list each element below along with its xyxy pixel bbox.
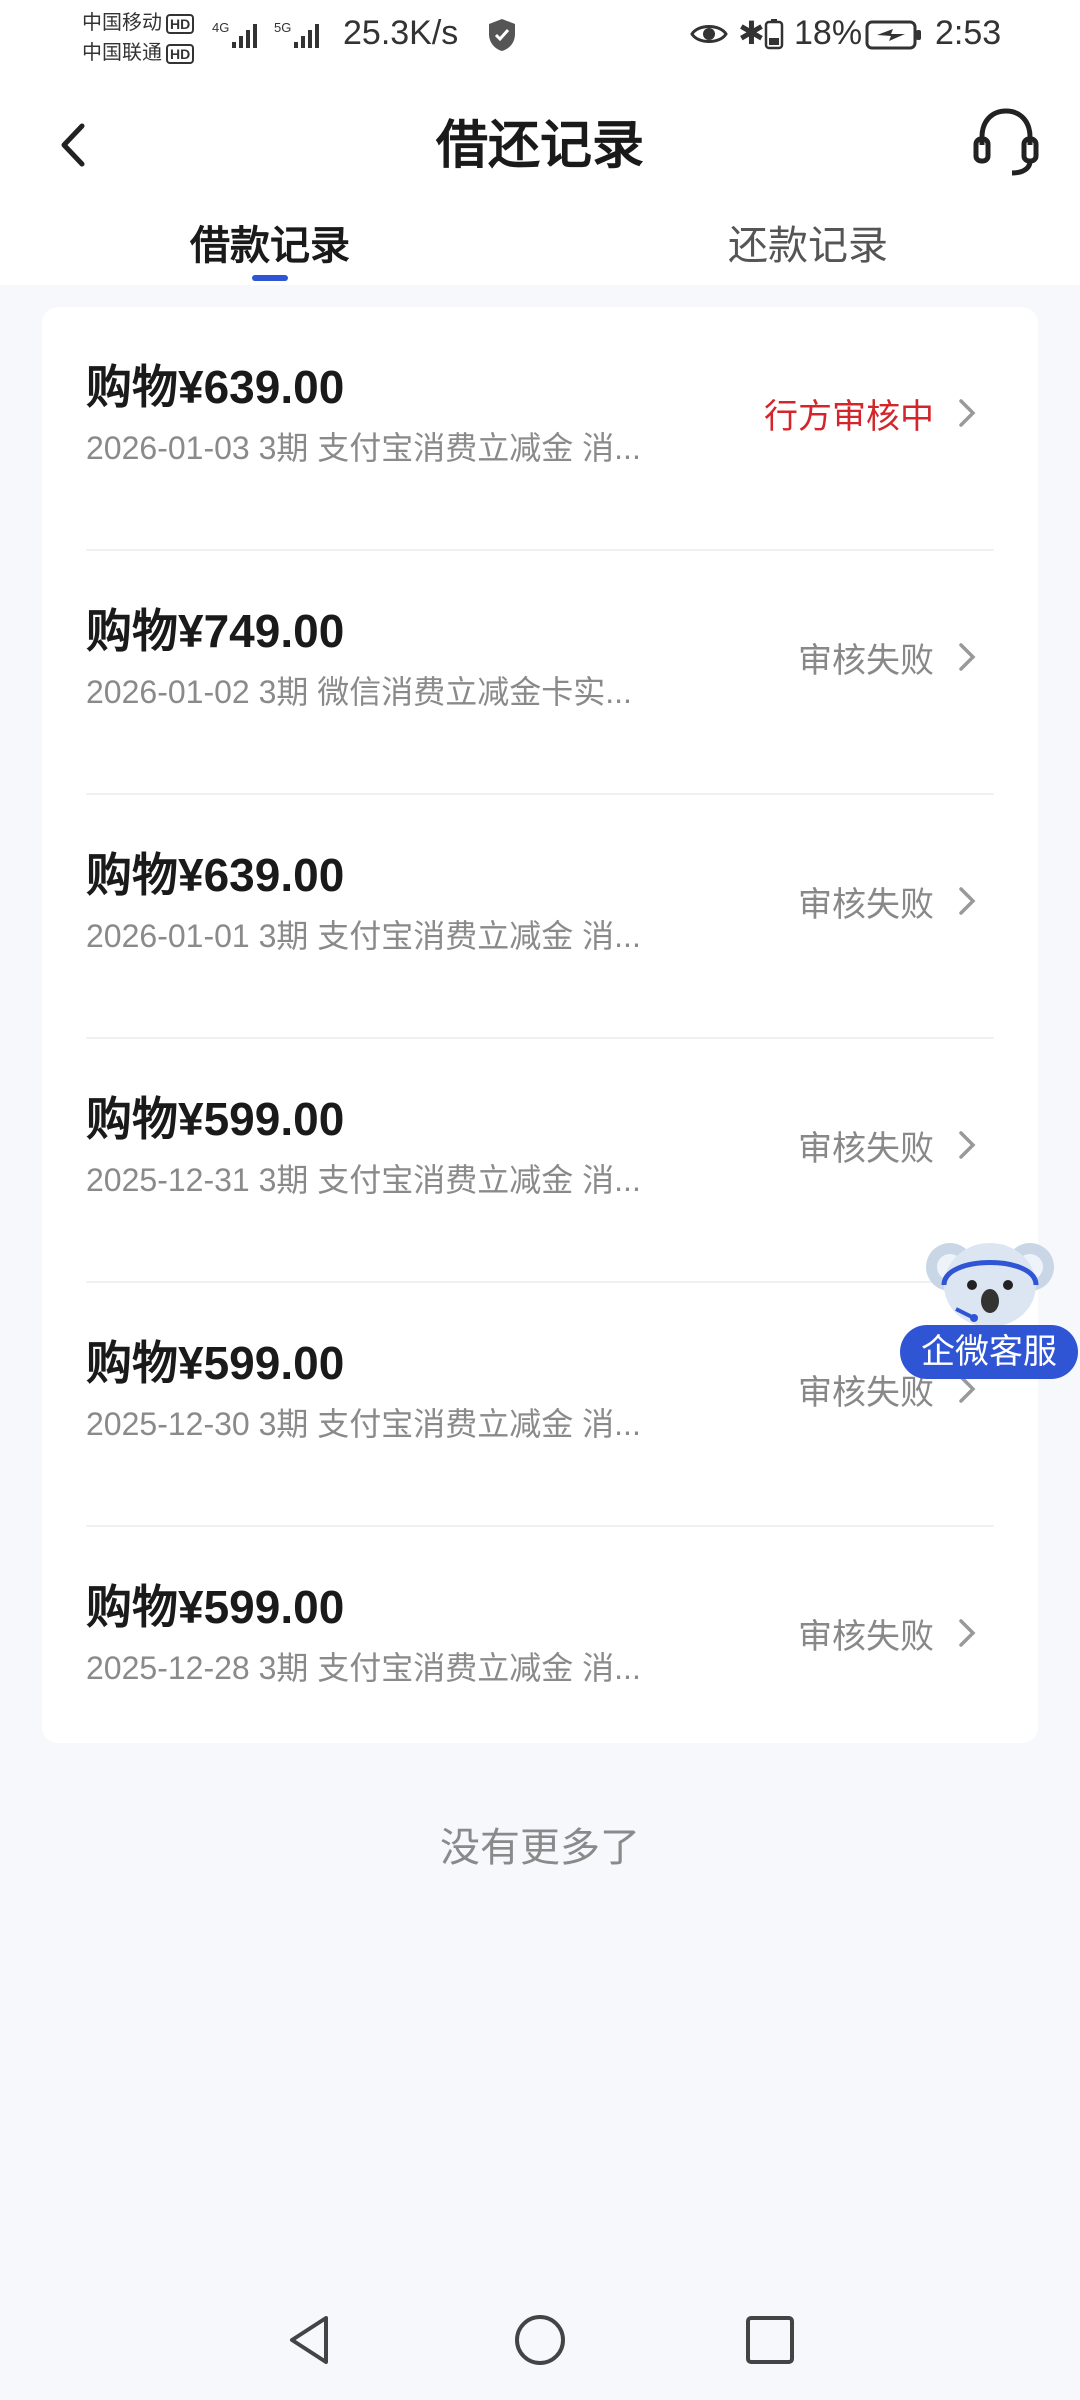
record-amount: 购物¥639.00 xyxy=(86,849,345,901)
active-tab-indicator xyxy=(252,275,288,281)
record-status: 审核失败 xyxy=(798,642,934,680)
nav-recent-button[interactable] xyxy=(740,2310,800,2370)
triangle-back-icon xyxy=(290,2316,328,2364)
net-label-1: 4G xyxy=(212,20,229,35)
chevron-right-icon xyxy=(959,399,976,427)
carrier-1: 中国移动 xyxy=(82,12,162,34)
record-status: 审核失败 xyxy=(798,1618,934,1656)
status-bar: 中国移动 HD 中国联通 HD 4G 5G 25.3K/s ✱ 18% 2:53 xyxy=(0,0,1080,75)
signal-4g-icon: 4G xyxy=(212,20,257,48)
phone-battery-icon xyxy=(764,19,784,50)
tab-borrow-records[interactable]: 借款记录 xyxy=(190,213,350,271)
carrier-2: 中国联通 xyxy=(82,42,162,64)
record-subtitle: 2026-01-01 3期 支付宝消费立减金 消... xyxy=(86,918,641,954)
hd-badge: HD xyxy=(166,44,195,64)
record-subtitle: 2025-12-30 3期 支付宝消费立减金 消... xyxy=(86,1406,641,1442)
record-row[interactable]: 购物¥599.00 2025-12-31 3期 支付宝消费立减金 消... 审核… xyxy=(86,1039,994,1283)
battery-charging-icon xyxy=(865,20,921,50)
square-recent-icon xyxy=(746,2316,794,2364)
record-row[interactable]: 购物¥599.00 2025-12-28 3期 支付宝消费立减金 消... 审核… xyxy=(86,1527,994,1771)
battery-percent: 18% xyxy=(794,14,863,52)
koala-mascot-icon xyxy=(926,1243,1054,1327)
record-amount: 购物¥599.00 xyxy=(86,1093,345,1145)
nav-back-button[interactable] xyxy=(280,2310,340,2370)
net-label-2: 5G xyxy=(274,20,291,35)
record-row[interactable]: 购物¥599.00 2025-12-30 3期 支付宝消费立减金 消... 审核… xyxy=(86,1283,994,1527)
shield-icon xyxy=(489,19,515,51)
hd-badge: HD xyxy=(166,14,195,34)
chevron-right-icon xyxy=(959,1131,976,1159)
wecom-service-widget[interactable]: 企微客服 xyxy=(900,1225,1080,1385)
records-card: 购物¥639.00 2026-01-03 3期 支付宝消费立减金 消... 行方… xyxy=(42,307,1038,1743)
record-status: 行方审核中 xyxy=(764,398,934,436)
record-amount: 购物¥599.00 xyxy=(86,1337,345,1389)
tab-repay-records[interactable]: 还款记录 xyxy=(728,213,888,271)
nav-home-button[interactable] xyxy=(510,2310,570,2370)
chevron-right-icon xyxy=(959,887,976,915)
bluetooth-icon: ✱ xyxy=(738,15,765,51)
clock: 2:53 xyxy=(935,14,1002,52)
network-speed: 25.3K/s xyxy=(343,14,459,52)
record-subtitle: 2026-01-03 3期 支付宝消费立减金 消... xyxy=(86,430,641,466)
chevron-right-icon xyxy=(959,643,976,671)
eye-icon xyxy=(690,25,728,43)
circle-home-icon xyxy=(515,2315,565,2365)
customer-service-button[interactable] xyxy=(972,105,1040,177)
wecom-service-label: 企微客服 xyxy=(900,1325,1078,1379)
record-status: 审核失败 xyxy=(798,1130,934,1168)
record-row[interactable]: 购物¥639.00 2026-01-01 3期 支付宝消费立减金 消... 审核… xyxy=(86,795,994,1039)
record-subtitle: 2026-01-02 3期 微信消费立减金卡实... xyxy=(86,674,632,710)
page-header: 借还记录 借款记录 还款记录 xyxy=(0,75,1080,285)
record-subtitle: 2025-12-28 3期 支付宝消费立减金 消... xyxy=(86,1650,641,1686)
record-status: 审核失败 xyxy=(798,886,934,924)
record-subtitle: 2025-12-31 3期 支付宝消费立减金 消... xyxy=(86,1162,641,1198)
system-nav-bar xyxy=(0,2270,1080,2400)
chevron-right-icon xyxy=(959,1619,976,1647)
page-title: 借还记录 xyxy=(435,117,644,175)
no-more-text: 没有更多了 xyxy=(440,1826,640,1870)
carrier-info: 中国移动 HD 中国联通 HD xyxy=(82,8,195,68)
record-amount: 购物¥749.00 xyxy=(86,605,345,657)
record-amount: 购物¥639.00 xyxy=(86,361,345,413)
record-amount: 购物¥599.00 xyxy=(86,1581,345,1633)
record-row[interactable]: 购物¥639.00 2026-01-03 3期 支付宝消费立减金 消... 行方… xyxy=(86,307,994,551)
headset-icon xyxy=(973,108,1039,176)
record-row[interactable]: 购物¥749.00 2026-01-02 3期 微信消费立减金卡实... 审核失… xyxy=(86,551,994,795)
signal-5g-icon: 5G xyxy=(274,20,319,48)
